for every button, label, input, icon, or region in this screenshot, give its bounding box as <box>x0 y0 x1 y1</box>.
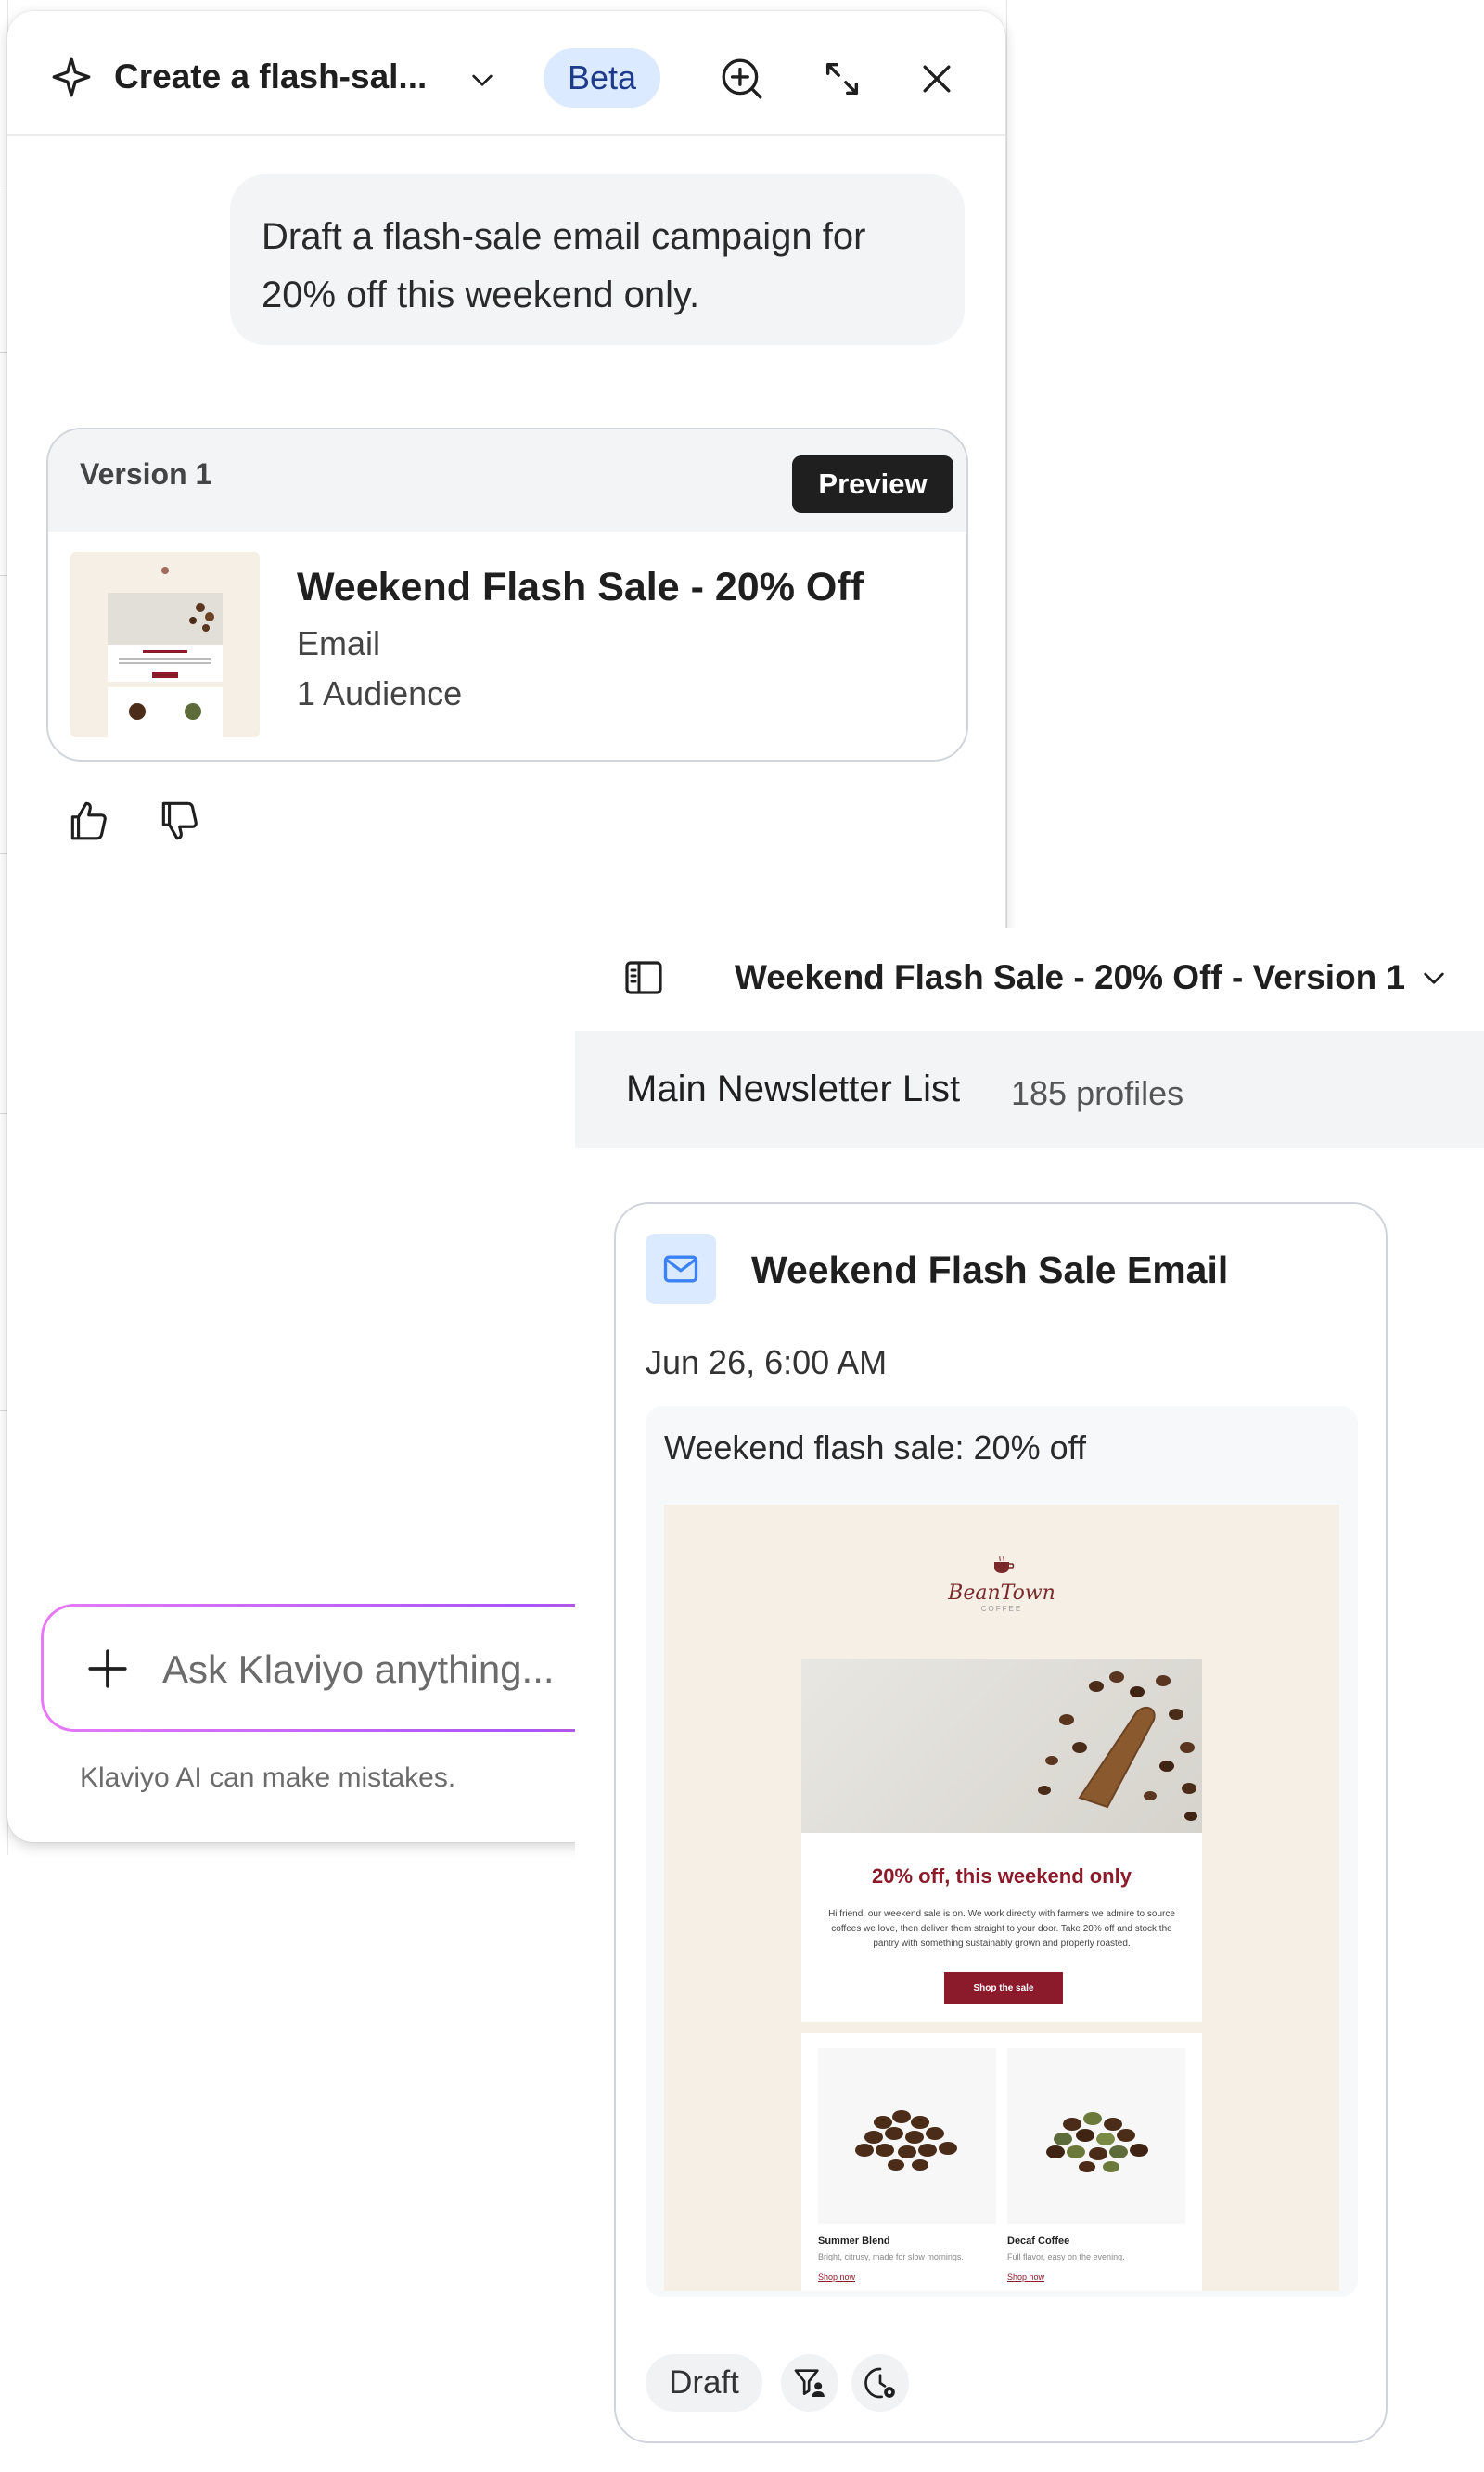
chat-placeholder[interactable]: Ask Klaviyo anything... <box>162 1647 555 1692</box>
version-label: Version 1 <box>80 457 212 491</box>
coffee-cup-icon <box>994 1556 1015 1573</box>
status-badge: Draft <box>646 2354 762 2412</box>
shop-now-link[interactable]: Shop now <box>818 2273 855 2282</box>
chevron-down-icon[interactable] <box>1419 963 1449 993</box>
product-name: Summer Blend <box>818 2235 890 2247</box>
thumbs-down-icon[interactable] <box>156 798 202 844</box>
filter-user-icon <box>794 2369 825 2397</box>
sidebar-toggle-icon[interactable] <box>621 955 666 1000</box>
brand-tagline: COFFEE <box>980 1605 1023 1613</box>
email-body: 20% off, this weekend only Hi friend, ou… <box>801 1833 1202 1972</box>
sparkle-icon <box>52 57 91 97</box>
zoom-in-icon <box>722 58 762 99</box>
chevron-down-icon[interactable] <box>467 65 497 95</box>
email-headline: 20% off, this weekend only <box>872 1864 1132 1888</box>
cardamom-beans-image <box>1046 2112 1148 2172</box>
clock-settings-icon <box>864 2367 895 2399</box>
brand-name: BeanTown <box>948 1582 1055 1605</box>
campaign-header: Weekend Flash Sale - 20% Off - Version 1 <box>575 928 1484 1031</box>
email-thumbnail-image <box>70 552 260 737</box>
thumbs-up-icon[interactable] <box>65 798 111 844</box>
audience-list-row[interactable]: Main Newsletter List 185 profiles <box>575 1031 1484 1148</box>
brand-logo: BeanTown COFFEE <box>909 1555 1094 1629</box>
schedule-settings-button[interactable] <box>851 2354 909 2412</box>
shop-sale-button[interactable]: Shop the sale <box>944 1972 1063 2004</box>
background-divider <box>1006 0 1007 928</box>
beta-badge: Beta <box>544 48 660 108</box>
email-preview[interactable]: BeanTown COFFEE 20% off, this weekend on… <box>664 1505 1339 2291</box>
close-icon <box>923 65 951 93</box>
product-image <box>1007 2048 1185 2224</box>
audience-filter-button[interactable] <box>781 2354 838 2412</box>
mail-icon <box>663 1255 698 1283</box>
coffee-beans-image <box>855 2110 957 2171</box>
product-image <box>818 2048 996 2224</box>
email-preview-container: Weekend flash sale: 20% off BeanTown COF… <box>646 1406 1358 2297</box>
conversation-title[interactable]: Create a flash-sal... <box>114 58 427 96</box>
coffee-beans-scoop-image <box>1038 1671 1197 1821</box>
close-button[interactable] <box>909 51 965 107</box>
campaign-audience: 1 Audience <box>297 674 463 712</box>
list-count: 185 profiles <box>1011 1074 1184 1112</box>
list-name: Main Newsletter List <box>626 1069 961 1109</box>
email-icon-badge <box>646 1234 716 1304</box>
cta-section: Shop the sale <box>801 1972 1202 2022</box>
campaign-type: Email <box>297 624 381 662</box>
preview-button[interactable]: Preview <box>792 455 953 513</box>
product-description: Full flavor, easy on the evening. <box>1007 2252 1125 2261</box>
new-chat-button[interactable] <box>714 51 770 107</box>
version-card[interactable]: Version 1 Preview Weekend Flash Sale - 2… <box>46 428 968 762</box>
send-date: Jun 26, 6:00 AM <box>646 1343 888 1381</box>
email-paragraph: Hi friend, our weekend sale is on. We wo… <box>828 1909 1175 1949</box>
expand-icon <box>825 62 859 96</box>
expand-button[interactable] <box>814 51 870 107</box>
email-title: Weekend Flash Sale Email <box>751 1249 1229 1291</box>
plus-icon[interactable] <box>84 1646 131 1692</box>
campaign-version-title[interactable]: Weekend Flash Sale - 20% Off - Version 1 <box>735 958 1405 997</box>
campaign-title: Weekend Flash Sale - 20% Off <box>297 565 864 609</box>
background-divider <box>0 575 7 576</box>
email-card[interactable]: Weekend Flash Sale Email Jun 26, 6:00 AM… <box>614 1202 1388 2443</box>
background-divider <box>0 853 7 854</box>
panel-header: Create a flash-sal... Beta <box>7 11 1005 136</box>
background-divider <box>0 352 7 353</box>
products-section: Summer Blend Bright, citrusy, made for s… <box>801 2033 1202 2291</box>
hero-image <box>801 1659 1202 1833</box>
product-description: Bright, citrusy, made for slow mornings. <box>818 2252 964 2261</box>
background-divider <box>0 1410 7 1411</box>
background-divider <box>0 1113 7 1114</box>
shop-now-link[interactable]: Shop now <box>1007 2273 1044 2282</box>
version-card-header: Version 1 Preview <box>48 429 966 532</box>
user-message: Draft a flash-sale email campaign for 20… <box>230 174 965 345</box>
campaign-preview-panel: Weekend Flash Sale - 20% Off - Version 1… <box>575 928 1484 2472</box>
email-thumbnail[interactable] <box>70 552 260 737</box>
product-name: Decaf Coffee <box>1007 2235 1070 2247</box>
ai-disclaimer: Klaviyo AI can make mistakes. <box>80 1762 456 1793</box>
email-subject: Weekend flash sale: 20% off <box>664 1428 1086 1467</box>
